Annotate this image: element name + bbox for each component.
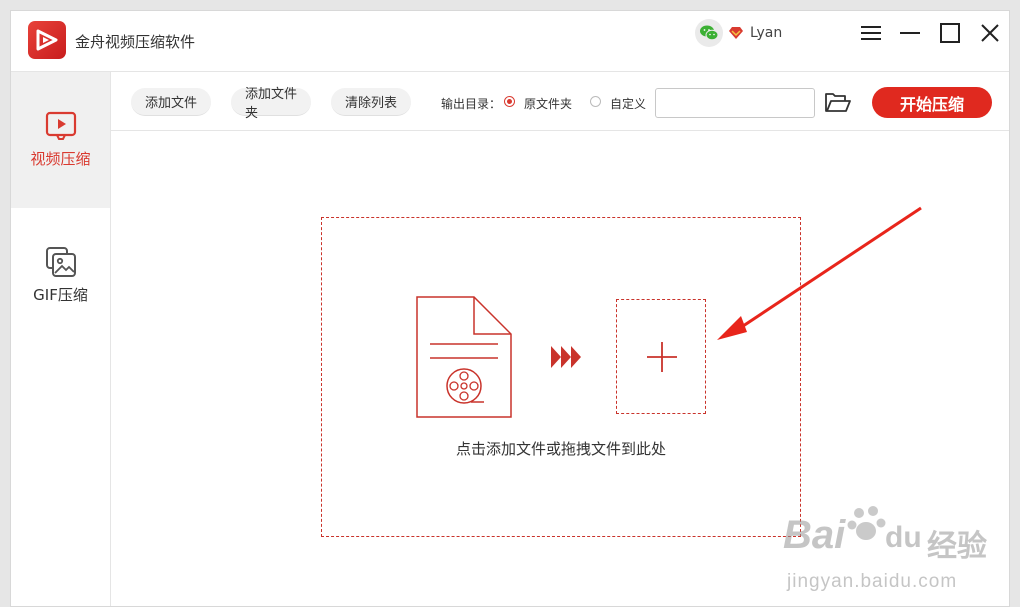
- folder-open-icon[interactable]: [823, 88, 853, 118]
- sidebar-item-video-compress[interactable]: 视频压缩: [11, 72, 110, 208]
- vip-diamond-icon: [729, 27, 743, 39]
- watermark-suffix: 经验: [927, 530, 987, 563]
- annotation-arrow-icon: [717, 206, 922, 340]
- radio-original-folder[interactable]: [504, 96, 515, 107]
- app-title: 金舟视频压缩软件: [75, 33, 196, 51]
- add-file-box[interactable]: [616, 299, 706, 414]
- video-file-icon: [416, 296, 512, 418]
- drop-hint-text: 点击添加文件或拖拽文件到此处: [455, 440, 666, 458]
- add-folder-button[interactable]: 添加文件夹: [231, 87, 311, 121]
- app-logo-icon: [28, 21, 66, 59]
- add-file-button[interactable]: 添加文件: [131, 88, 211, 116]
- sidebar-item-label: 视频压缩: [30, 150, 91, 168]
- user-name[interactable]: Lyan: [750, 25, 782, 41]
- sidebar-item-gif-compress[interactable]: GIF压缩: [11, 208, 110, 344]
- gif-image-icon: [45, 247, 76, 277]
- output-path-input[interactable]: [655, 88, 815, 118]
- sidebar-item-label: GIF压缩: [33, 286, 88, 304]
- watermark-brand: Bai: [783, 513, 846, 557]
- forward-arrows-icon: [551, 346, 581, 368]
- close-icon[interactable]: [976, 19, 1004, 47]
- output-dir-label: 输出目录：: [441, 97, 502, 111]
- maximize-icon[interactable]: [936, 19, 964, 47]
- radio-custom-label[interactable]: 自定义: [610, 95, 646, 112]
- start-compress-button[interactable]: 开始压缩: [872, 87, 992, 118]
- plus-icon: [647, 342, 677, 372]
- watermark-brand-du: du: [885, 521, 922, 554]
- menu-icon[interactable]: [857, 19, 885, 47]
- watermark-url: jingyan.baidu.com: [787, 571, 958, 592]
- minimize-icon[interactable]: [896, 19, 924, 47]
- user-area[interactable]: Lyan: [695, 19, 782, 47]
- clear-list-button[interactable]: 清除列表: [331, 88, 411, 116]
- title-bar: 金舟视频压缩软件 Lyan: [11, 11, 1009, 71]
- sidebar: 视频压缩 GIF压缩: [11, 71, 111, 606]
- app-window: 金舟视频压缩软件 Lyan 视频压缩 GIF压缩 添加文件 添加文件夹 清除列表…: [10, 10, 1010, 607]
- paw-logo-icon: [847, 506, 886, 540]
- baidu-watermark: Bai du 经验 jingyan.baidu.com: [781, 501, 1009, 601]
- radio-original-folder-label[interactable]: 原文件夹: [524, 95, 572, 112]
- radio-custom[interactable]: [590, 96, 601, 107]
- video-play-icon: [45, 111, 76, 140]
- toolbar: 添加文件 添加文件夹 清除列表 输出目录： 原文件夹 自定义 开始压缩: [111, 71, 1009, 131]
- wechat-icon[interactable]: [695, 19, 723, 47]
